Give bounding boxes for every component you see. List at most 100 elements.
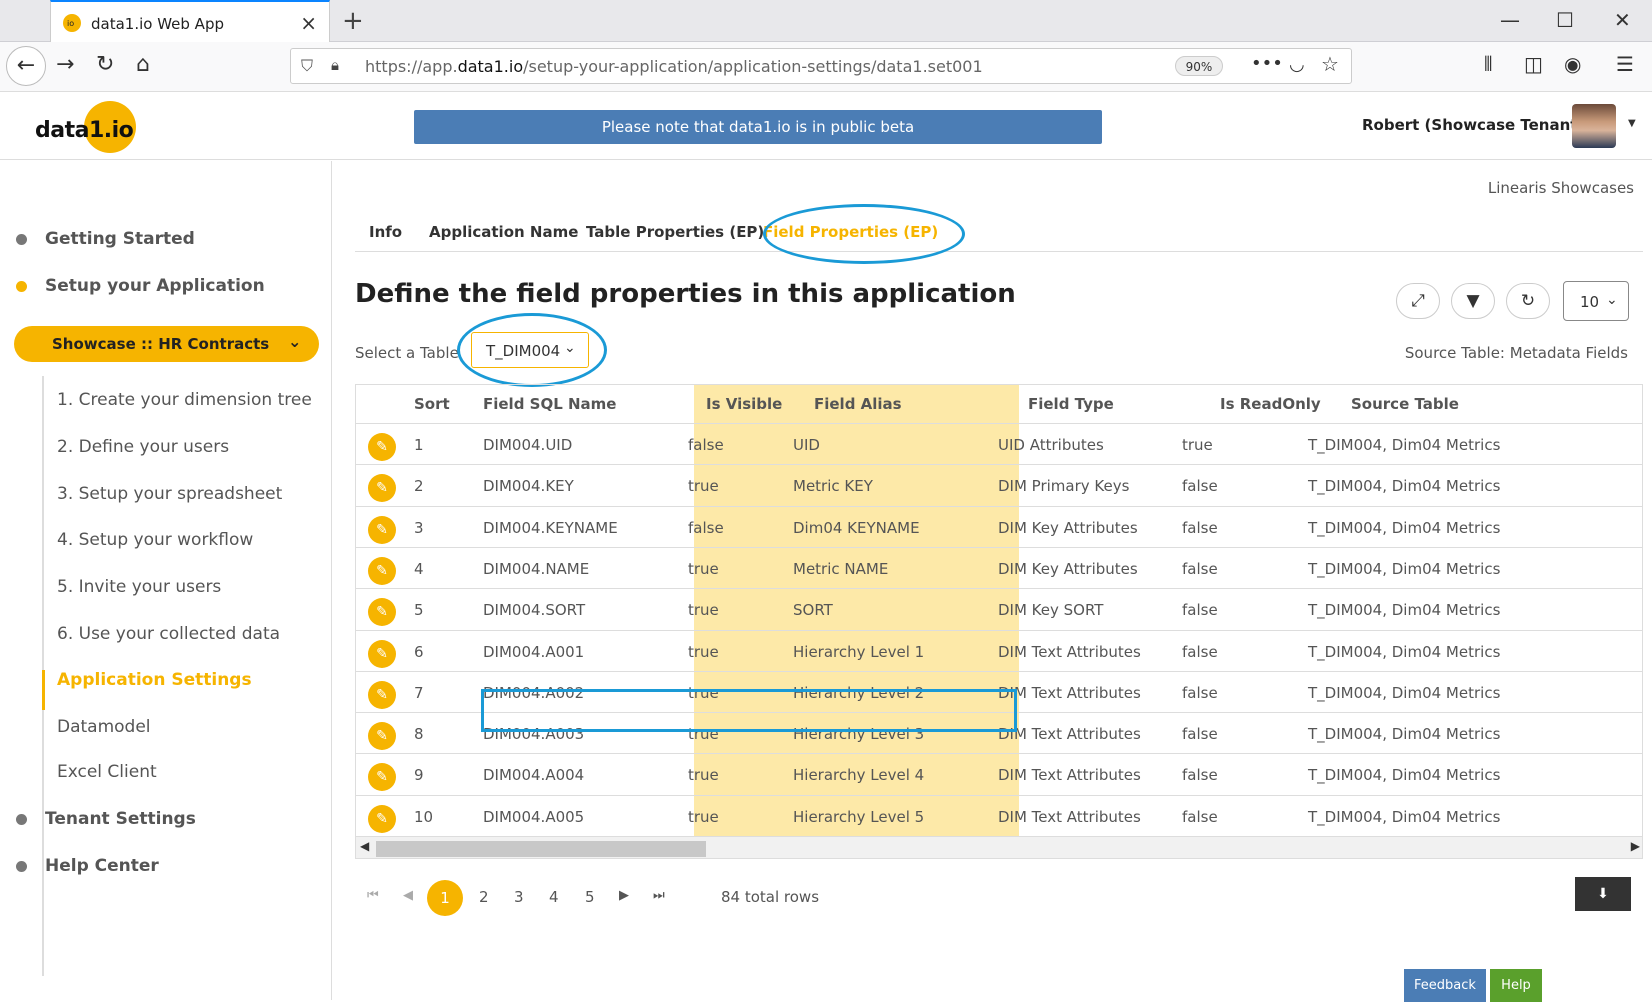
avatar[interactable]: [1572, 104, 1616, 148]
edit-icon[interactable]: ✎: [368, 680, 396, 709]
help-button[interactable]: Help: [1490, 969, 1542, 1002]
logo[interactable]: data1.io: [35, 118, 134, 143]
sidebar: Getting Started Setup your Application S…: [0, 161, 332, 1000]
select-table-label: Select a Table: [355, 344, 459, 362]
breadcrumb[interactable]: Linearis Showcases: [1488, 179, 1634, 197]
column-header[interactable]: Field Type: [1028, 395, 1114, 413]
edit-icon[interactable]: ✎: [368, 556, 396, 585]
sidebar-toggle-icon[interactable]: ◫: [1524, 52, 1543, 76]
scroll-right-icon[interactable]: ▶: [1631, 839, 1640, 853]
filter-icon[interactable]: ▼: [1451, 283, 1495, 319]
table-row[interactable]: ✎ 1 DIM004.UID false UID UID Attributes true T_…: [356, 423, 1642, 466]
sidebar-section-setup[interactable]: Setup your Application: [16, 276, 265, 296]
edit-icon[interactable]: ✎: [368, 474, 396, 503]
close-tab-icon[interactable]: ×: [300, 11, 317, 35]
edit-icon[interactable]: ✎: [368, 763, 396, 792]
pocket-icon[interactable]: ◡: [1289, 54, 1305, 75]
sidebar-item-dimension-tree[interactable]: 1. Create your dimension tree: [57, 390, 312, 410]
tab-info[interactable]: Info: [369, 223, 402, 241]
page-size-select[interactable]: 10 ⌄: [1563, 281, 1629, 321]
table-row[interactable]: ✎ 3 DIM004.KEYNAME false Dim04 KEYNAME DIM Ke…: [356, 505, 1642, 549]
last-page-icon[interactable]: ⏭: [653, 888, 665, 903]
edit-icon[interactable]: ✎: [368, 598, 396, 627]
user-name[interactable]: Robert (Showcase Tenant): [1362, 116, 1584, 134]
refresh-icon[interactable]: ↻: [1506, 283, 1550, 319]
sidebar-section-help[interactable]: Help Center: [16, 856, 159, 876]
more-icon[interactable]: •••: [1251, 53, 1283, 74]
edit-icon[interactable]: ✎: [368, 515, 396, 544]
sidebar-item-application-settings[interactable]: Application Settings: [57, 670, 252, 690]
column-header[interactable]: Field SQL Name: [483, 395, 616, 413]
page-title: Define the field properties in this appl…: [355, 279, 1016, 309]
feedback-button[interactable]: Feedback: [1404, 969, 1486, 1002]
account-icon[interactable]: ◉: [1564, 52, 1581, 76]
sidebar-item-collected-data[interactable]: 6. Use your collected data: [57, 624, 280, 644]
scroll-thumb[interactable]: [376, 841, 706, 857]
table-row[interactable]: ✎ 9 DIM004.A004 true Hierarchy Level 4 DIM Te…: [356, 753, 1642, 796]
url-bar[interactable]: ⛉ 🔒︎ https://app.data1.io/setup-your-app…: [290, 48, 1352, 84]
bookmark-star-icon[interactable]: ☆: [1321, 52, 1339, 76]
edit-icon[interactable]: ✎: [368, 804, 396, 833]
column-header[interactable]: Is Visible: [706, 395, 782, 413]
column-header[interactable]: Source Table: [1351, 395, 1459, 413]
maximize-icon[interactable]: ☐: [1556, 8, 1574, 32]
table-row[interactable]: ✎ 6 DIM004.A001 true Hierarchy Level 1 DIM Te…: [356, 629, 1642, 673]
sidebar-section-tenant[interactable]: Tenant Settings: [16, 809, 196, 829]
zoom-level[interactable]: 90%: [1175, 56, 1223, 76]
browser-nav-bar: ← → ↻ ⌂ ⛉ 🔒︎ https://app.data1.io/setup-…: [0, 42, 1652, 92]
page-5[interactable]: 5: [585, 888, 595, 906]
sidebar-item-invite[interactable]: 5. Invite your users: [57, 577, 221, 597]
download-icon[interactable]: ⬇: [1575, 877, 1631, 911]
new-tab-icon[interactable]: +: [342, 6, 364, 36]
cell-alias: Hierarchy Level 5: [793, 807, 925, 826]
cell-source: T_DIM004, Dim04 Metrics: [1308, 725, 1501, 744]
first-page-icon[interactable]: ⏮: [367, 888, 379, 903]
expand-icon[interactable]: ⤢: [1396, 283, 1440, 319]
horizontal-scrollbar[interactable]: ◀ ▶: [356, 836, 1642, 858]
sidebar-item-spreadsheet[interactable]: 3. Setup your spreadsheet: [57, 484, 282, 504]
url-text[interactable]: https://app.data1.io/setup-your-applicat…: [365, 57, 983, 76]
cell-visible: true: [688, 559, 719, 578]
page-1[interactable]: 1: [427, 880, 463, 916]
cell-type: DIM Text Attributes: [998, 642, 1141, 661]
table-row[interactable]: ✎ 10 DIM004.A005 true Hierarchy Level 5 DIM T…: [356, 794, 1642, 838]
next-page-icon[interactable]: ▶: [619, 888, 629, 903]
page-3[interactable]: 3: [514, 888, 524, 906]
page-4[interactable]: 4: [549, 888, 559, 906]
sidebar-item-workflow[interactable]: 4. Setup your workflow: [57, 530, 253, 550]
prev-page-icon[interactable]: ◀: [403, 888, 413, 903]
cell-readonly: false: [1182, 601, 1218, 620]
menu-icon[interactable]: ☰: [1616, 52, 1634, 76]
table-row[interactable]: ✎ 4 DIM004.NAME true Metric NAME DIM Key Attr…: [356, 546, 1642, 590]
caret-down-icon[interactable]: ▼: [1628, 118, 1636, 129]
sidebar-item-users[interactable]: 2. Define your users: [57, 437, 229, 457]
edit-icon[interactable]: ✎: [368, 433, 396, 461]
tab-application-name[interactable]: Application Name: [429, 223, 578, 241]
sidebar-item-excel-client[interactable]: Excel Client: [57, 762, 157, 782]
tab-table-properties[interactable]: Table Properties (EP): [586, 223, 764, 241]
table-row[interactable]: ✎ 5 DIM004.SORT true SORT DIM Key SORT false T_…: [356, 588, 1642, 631]
scroll-left-icon[interactable]: ◀: [360, 839, 369, 853]
sidebar-item-datamodel[interactable]: Datamodel: [57, 717, 151, 737]
browser-tab[interactable]: io data1.io Web App ×: [50, 0, 330, 43]
table-row[interactable]: ✎ 2 DIM004.KEY true Metric KEY DIM Primary Ke…: [356, 464, 1642, 507]
edit-icon[interactable]: ✎: [368, 722, 396, 751]
library-icon[interactable]: ⫴: [1484, 52, 1492, 76]
edit-icon[interactable]: ✎: [368, 639, 396, 668]
column-header[interactable]: Field Alias: [814, 395, 902, 413]
sidebar-section-getting-started[interactable]: Getting Started: [16, 229, 195, 249]
home-icon[interactable]: ⌂: [136, 52, 150, 77]
lock-icon[interactable]: 🔒︎: [331, 56, 339, 74]
cell-visible: true: [688, 601, 719, 620]
back-icon[interactable]: ←: [6, 46, 46, 86]
minimize-icon[interactable]: —: [1500, 8, 1520, 32]
cell-type: DIM Primary Keys: [998, 477, 1130, 496]
forward-icon[interactable]: →: [56, 52, 74, 77]
shield-icon[interactable]: ⛉: [301, 56, 313, 76]
reload-icon[interactable]: ↻: [96, 52, 114, 77]
application-select[interactable]: Showcase :: HR Contracts ⌄: [14, 326, 319, 362]
window-close-icon[interactable]: ✕: [1614, 8, 1631, 32]
column-header[interactable]: Sort: [414, 395, 450, 413]
page-2[interactable]: 2: [479, 888, 489, 906]
column-header[interactable]: Is ReadOnly: [1220, 395, 1321, 413]
